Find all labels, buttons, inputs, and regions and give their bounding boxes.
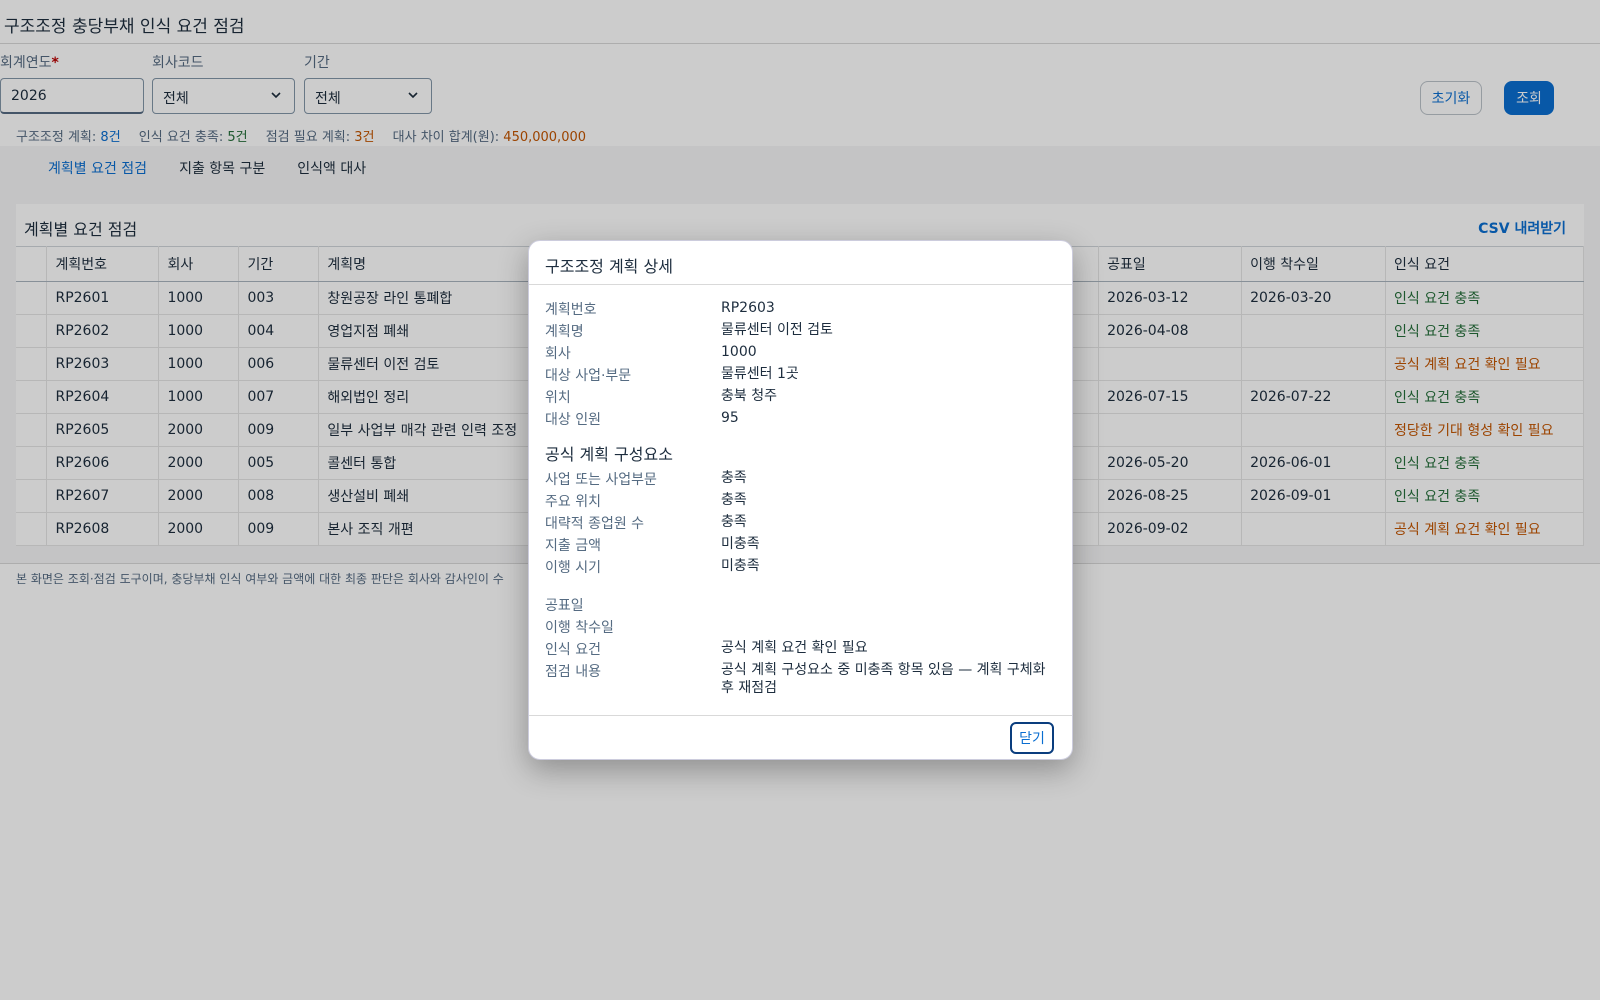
dialog-footer: 닫기 <box>529 715 1072 759</box>
detail-label: 회사 <box>545 346 571 362</box>
detail-label: 지출 금액 <box>545 538 601 554</box>
detail-label: 계획번호 <box>545 302 597 318</box>
detail-row: 지출 금액 미충족 <box>545 535 1056 557</box>
detail-label: 인식 요건 <box>545 642 601 658</box>
dialog-body: 계획번호 RP2603 계획명 물류센터 이전 검토회사 1000 대상 사업·부문 물류센… <box>529 285 1072 697</box>
detail-row: 회사 1000 <box>545 343 1056 365</box>
detail-value: 1000 <box>721 344 757 360</box>
detail-row: 계획번호 RP2603 <box>545 299 1056 321</box>
detail-value: 충족 <box>721 470 747 486</box>
detail-row: 인식 요건 공식 계획 요건 확인 필요 <box>545 639 1056 661</box>
detail-label: 점검 내용 <box>545 664 601 680</box>
plan-detail-dialog: 구조조정 계획 상세 계획번호 RP2603 계획명 물류센터 이전 검토회사 1000… <box>528 240 1073 760</box>
detail-row: 계획명 물류센터 이전 검토 <box>545 321 1056 343</box>
close-button[interactable]: 닫기 <box>1010 722 1054 754</box>
detail-label: 공표일 <box>545 598 584 614</box>
detail-value: 충북 청주 <box>721 388 777 404</box>
dialog-title: 구조조정 계획 상세 <box>529 241 1072 285</box>
detail-row: 공표일 <box>545 595 1056 617</box>
detail-row: 점검 내용 공식 계획 구성요소 중 미충족 항목 있음 — 계획 구체화 후 재… <box>545 661 1056 697</box>
app-window: 구조조정 충당부채 인식 요건 점검 회계연도* 2026 회사코드 전체 기간… <box>0 0 1600 1000</box>
detail-label: 이행 시기 <box>545 560 601 576</box>
detail-row: 위치 충북 청주 <box>545 387 1056 409</box>
detail-label: 계획명 <box>545 324 584 340</box>
detail-row: 이행 시기 미충족 <box>545 557 1056 579</box>
detail-value: 물류센터 이전 검토 <box>721 322 833 338</box>
detail-value: 공식 계획 요건 확인 필요 <box>721 640 868 656</box>
detail-row: 대략적 종업원 수 충족 <box>545 513 1056 535</box>
detail-value: 충족 <box>721 514 747 530</box>
detail-value <box>721 617 1056 639</box>
detail-value: 미충족 <box>721 558 760 574</box>
detail-label: 이행 착수일 <box>545 620 614 636</box>
detail-row: 이행 착수일 <box>545 617 1056 639</box>
detail-value: RP2603 <box>721 300 775 316</box>
detail-label: 주요 위치 <box>545 494 601 510</box>
detail-label: 사업 또는 사업부문 <box>545 472 657 488</box>
detail-label: 대상 인원 <box>545 412 601 428</box>
detail-label: 대략적 종업원 수 <box>545 516 645 532</box>
detail-row: 사업 또는 사업부문 충족 <box>545 469 1056 491</box>
detail-row: 주요 위치 충족 <box>545 491 1056 513</box>
detail-value: 95 <box>721 410 739 426</box>
detail-row: 대상 인원 95 <box>545 409 1056 431</box>
detail-value: 공식 계획 구성요소 중 미충족 항목 있음 — 계획 구체화 후 재점검 <box>721 662 1046 696</box>
detail-row: 대상 사업·부문 물류센터 1곳 <box>545 365 1056 387</box>
detail-value: 미충족 <box>721 536 760 552</box>
components-heading: 공식 계획 구성요소 <box>545 445 673 464</box>
detail-value <box>721 595 1056 617</box>
detail-label: 대상 사업·부문 <box>545 368 632 384</box>
detail-value: 물류센터 1곳 <box>721 366 799 382</box>
detail-label: 위치 <box>545 390 571 406</box>
detail-value: 충족 <box>721 492 747 508</box>
